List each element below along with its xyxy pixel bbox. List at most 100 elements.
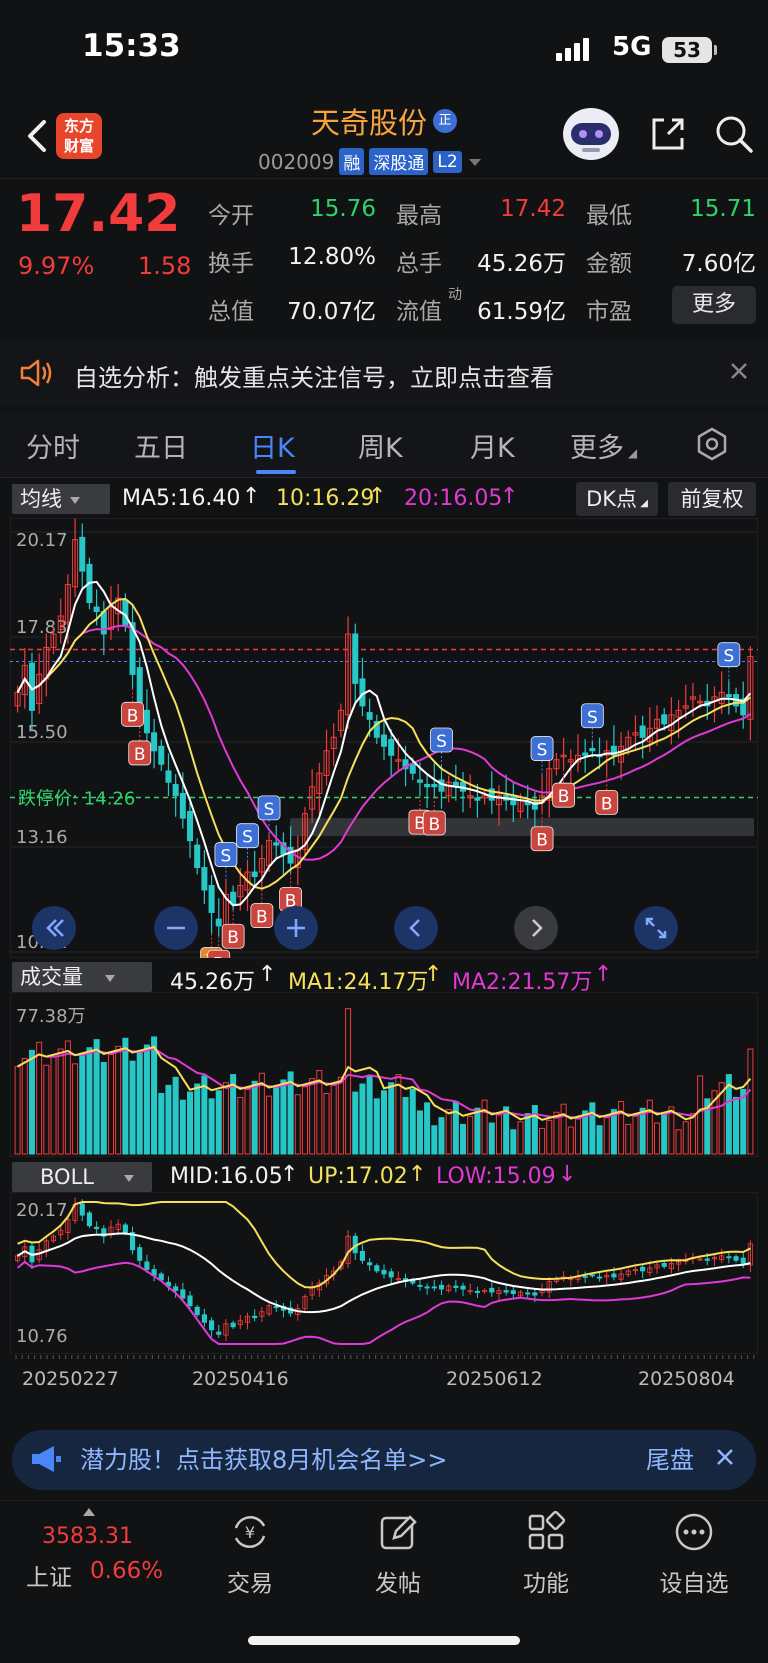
signal-label: B bbox=[428, 815, 440, 835]
volume-bar bbox=[661, 1114, 668, 1155]
close-icon[interactable] bbox=[714, 1446, 736, 1468]
fullscreen-button[interactable] bbox=[634, 906, 678, 950]
volume-bar bbox=[438, 1117, 445, 1155]
volume-bar bbox=[380, 1090, 388, 1155]
volume-bar bbox=[747, 1048, 754, 1155]
nav-trade[interactable]: ¥ 交易 bbox=[190, 1510, 310, 1598]
boll-candle-body bbox=[460, 1285, 466, 1290]
quote-value: 12.80% bbox=[288, 244, 376, 270]
zoom-out-button[interactable] bbox=[154, 906, 198, 950]
volume-bar bbox=[481, 1099, 488, 1155]
rewind-button[interactable] bbox=[32, 906, 76, 950]
trade-icon: ¥ bbox=[234, 1516, 266, 1548]
candle-body bbox=[172, 783, 179, 797]
zoom-in-button[interactable] bbox=[274, 906, 318, 950]
ma-select[interactable]: 均线 bbox=[12, 484, 110, 514]
volume-bar bbox=[179, 1099, 186, 1155]
boll-select[interactable]: BOLL bbox=[12, 1162, 152, 1192]
volume-bar bbox=[589, 1102, 596, 1155]
volume-bar bbox=[64, 1040, 71, 1155]
tab-fenshi[interactable]: 分时 bbox=[26, 426, 80, 465]
candle-body bbox=[151, 732, 158, 752]
signal-label: S bbox=[242, 828, 253, 848]
signal-label: S bbox=[221, 847, 232, 867]
more-button[interactable]: 更多 bbox=[672, 286, 756, 324]
next-button[interactable] bbox=[514, 906, 558, 950]
volume-bar bbox=[165, 1084, 172, 1155]
vol-ma1-arrow: ↑ bbox=[424, 962, 443, 987]
ma20-arrow: ↑ bbox=[500, 484, 519, 509]
volume-select[interactable]: 成交量 bbox=[12, 962, 152, 992]
index-value[interactable]: 3583.31 bbox=[42, 1524, 133, 1549]
candle-body bbox=[215, 918, 222, 927]
volume-bar bbox=[57, 1048, 64, 1155]
prev-button[interactable] bbox=[394, 906, 438, 950]
volume-bar bbox=[517, 1121, 524, 1155]
boll-chart[interactable]: 20.17 10.76 bbox=[10, 1192, 758, 1354]
analysis-text[interactable]: 自选分析：触发重点关注信号，立即点击查看 bbox=[74, 358, 554, 393]
volume-chart[interactable]: 77.38万 bbox=[10, 992, 758, 1157]
dk-label: DK点 bbox=[586, 487, 638, 511]
tag-sgt: 深股通 bbox=[369, 148, 429, 175]
close-icon[interactable] bbox=[728, 360, 750, 382]
search-icon[interactable] bbox=[712, 112, 756, 156]
share-icon[interactable] bbox=[646, 112, 690, 156]
index-name[interactable]: 上证 bbox=[26, 1558, 72, 1592]
signal-label: B bbox=[227, 928, 239, 948]
boll-candle-body bbox=[424, 1286, 430, 1289]
volume-bar bbox=[208, 1098, 215, 1155]
volume-bar bbox=[740, 1088, 747, 1155]
volume-bar bbox=[618, 1101, 625, 1155]
candle-body bbox=[438, 779, 445, 792]
change-percent: 9.97% bbox=[18, 252, 95, 280]
volume-bar bbox=[43, 1064, 50, 1155]
nav-trade-label: 交易 bbox=[227, 1571, 273, 1597]
gear-icon[interactable] bbox=[694, 426, 730, 462]
volume-bar bbox=[280, 1079, 287, 1155]
volume-bar bbox=[567, 1126, 574, 1155]
header-divider bbox=[0, 178, 768, 179]
promo-text[interactable]: 潜力股！点击获取8月机会名单>> bbox=[80, 1440, 448, 1475]
quote-value: 15.76 bbox=[310, 196, 376, 222]
volume-bar bbox=[345, 1008, 352, 1155]
tab-wuri[interactable]: 五日 bbox=[134, 426, 188, 465]
boll-up-value: UP:17.02 bbox=[308, 1164, 408, 1189]
stock-subtitle[interactable]: 002009 融 深股通 L2 bbox=[258, 148, 483, 175]
plus-icon bbox=[287, 919, 305, 937]
candle-body bbox=[136, 667, 143, 707]
tab-rik[interactable]: 日K bbox=[250, 426, 295, 465]
promo-tail[interactable]: 尾盘 bbox=[646, 1440, 694, 1475]
volume-bar bbox=[301, 1086, 308, 1155]
boll-low-arrow: ↓ bbox=[558, 1162, 577, 1187]
boll-candle-body bbox=[726, 1256, 732, 1259]
candle-body bbox=[639, 725, 646, 738]
boll-candle-body bbox=[453, 1285, 459, 1288]
signal-label: B bbox=[134, 745, 146, 765]
boll-candle-body bbox=[489, 1287, 495, 1293]
tab-more-label: 更多 bbox=[570, 433, 624, 464]
x-tick-label: 20250612 bbox=[446, 1368, 543, 1390]
boll-candle-body bbox=[474, 1290, 480, 1293]
volume-bar bbox=[668, 1106, 675, 1155]
nav-functions[interactable]: 功能 bbox=[486, 1510, 606, 1598]
tab-more[interactable]: 更多 ◢ bbox=[570, 426, 637, 465]
nav-post[interactable]: 发帖 bbox=[338, 1510, 458, 1598]
adjust-button[interactable]: 前复权 bbox=[668, 482, 756, 516]
nav-watchlist-label: 设自选 bbox=[659, 1571, 729, 1597]
battery-icon: 53 bbox=[662, 37, 712, 63]
kline-chart[interactable]: 20.1717.8315.5013.1610.82跌停价: 14.26BBTSB… bbox=[10, 518, 758, 958]
boll-candle-body bbox=[417, 1284, 423, 1287]
volume-bar bbox=[675, 1129, 682, 1155]
dk-point-button[interactable]: DK点 ◢ bbox=[576, 482, 658, 516]
boll-candle-body bbox=[661, 1263, 667, 1267]
index-pct[interactable]: 0.66% bbox=[90, 1558, 163, 1584]
tab-yuek[interactable]: 月K bbox=[470, 426, 515, 465]
tab-zhouk[interactable]: 周K bbox=[358, 426, 403, 465]
nav-watchlist[interactable]: 设自选 bbox=[634, 1510, 754, 1598]
signal-label: S bbox=[587, 708, 598, 728]
boll-candle-body bbox=[510, 1290, 516, 1294]
volume-bar bbox=[93, 1039, 100, 1155]
boll-candle-body bbox=[79, 1203, 85, 1216]
boll-candle-body bbox=[438, 1284, 445, 1290]
robot-assistant-icon[interactable] bbox=[560, 106, 622, 162]
